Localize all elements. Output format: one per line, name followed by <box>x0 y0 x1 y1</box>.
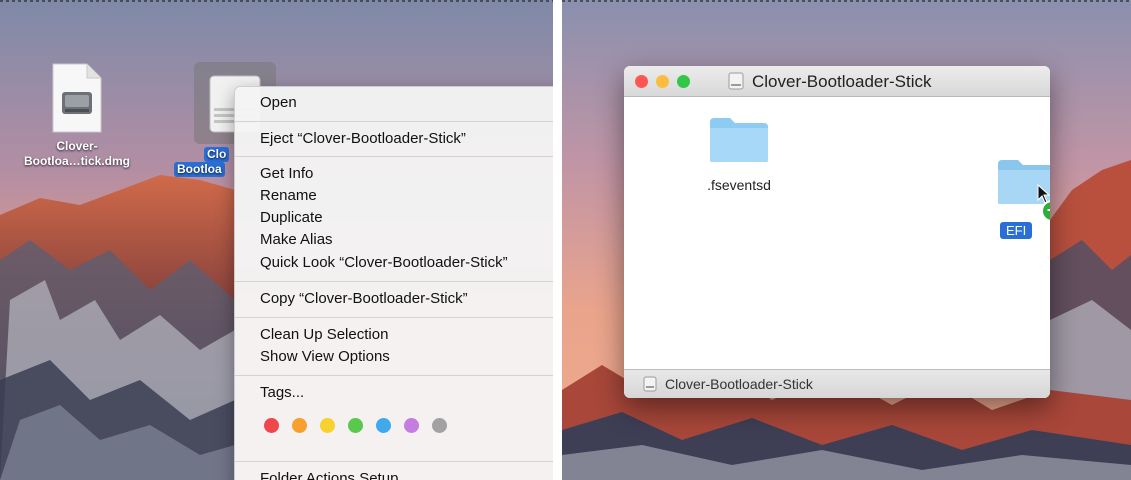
folder-item-fseventsd[interactable]: .fseventsd <box>684 114 794 193</box>
right-screenshot: Clover-Bootloader-Stick .fseventsd EFI + <box>562 0 1131 480</box>
menu-item-eject[interactable]: Eject “Clover-Bootloader-Stick” <box>260 130 466 148</box>
menu-item-folder-actions-setup[interactable]: Folder Actions Setup <box>260 470 398 480</box>
tag-color-dot[interactable] <box>348 418 363 433</box>
close-button[interactable] <box>635 75 648 88</box>
menu-item-open[interactable]: Open <box>260 94 297 112</box>
menu-separator <box>235 121 553 122</box>
folder-label: .fseventsd <box>707 177 771 193</box>
dmg-file-icon <box>52 63 102 133</box>
minimize-button[interactable] <box>656 75 669 88</box>
menu-separator <box>235 317 553 318</box>
menu-item-get-info[interactable]: Get Info <box>260 165 313 183</box>
tag-color-dot[interactable] <box>264 418 279 433</box>
menu-item-make-alias[interactable]: Make Alias <box>260 231 333 249</box>
window-path-bar: Clover-Bootloader-Stick <box>624 369 1050 398</box>
folder-icon <box>710 118 768 162</box>
menu-separator <box>235 156 553 157</box>
zoom-button[interactable] <box>677 75 690 88</box>
tag-color-dot[interactable] <box>320 418 335 433</box>
context-menu: Open Eject “Clover-Bootloader-Stick” Get… <box>234 86 553 480</box>
window-title: Clover-Bootloader-Stick <box>752 72 932 91</box>
menu-item-clean-up-selection[interactable]: Clean Up Selection <box>260 326 388 344</box>
desktop-icon-drive-label: Clo Bootloa <box>174 147 230 177</box>
menu-item-tags[interactable]: Tags... <box>260 384 304 402</box>
tag-color-dot[interactable] <box>376 418 391 433</box>
menu-item-rename[interactable]: Rename <box>260 187 317 205</box>
tag-color-dot[interactable] <box>432 418 447 433</box>
menu-item-show-view-options[interactable]: Show View Options <box>260 348 390 366</box>
menu-item-quick-look[interactable]: Quick Look “Clover-Bootloader-Stick” <box>260 254 508 272</box>
menu-item-copy[interactable]: Copy “Clover-Bootloader-Stick” <box>260 290 468 308</box>
copy-plus-icon: + <box>1041 200 1050 222</box>
menu-separator <box>235 461 553 462</box>
tag-color-dot[interactable] <box>292 418 307 433</box>
menu-item-duplicate[interactable]: Duplicate <box>260 209 323 227</box>
window-titlebar[interactable]: Clover-Bootloader-Stick <box>624 66 1050 97</box>
left-screenshot: Clover- Bootloa…tick.dmg Clo Bootloa Ope… <box>0 0 553 480</box>
top-dashed-border <box>0 0 553 2</box>
tag-color-dot[interactable] <box>404 418 419 433</box>
drive-icon <box>643 376 657 392</box>
drive-icon <box>728 72 744 90</box>
desktop-icon-dmg-label: Clover- Bootloa…tick.dmg <box>23 139 130 168</box>
desktop-icon-dmg[interactable]: Clover- Bootloa…tick.dmg <box>12 62 142 169</box>
finder-window: Clover-Bootloader-Stick .fseventsd EFI + <box>624 66 1050 398</box>
path-bar-label: Clover-Bootloader-Stick <box>665 376 813 392</box>
menu-separator <box>235 375 553 376</box>
top-dashed-border <box>562 0 1131 2</box>
folder-label: EFI <box>1000 222 1033 239</box>
menu-separator <box>235 281 553 282</box>
folder-item-efi[interactable]: EFI + <box>996 156 1050 246</box>
